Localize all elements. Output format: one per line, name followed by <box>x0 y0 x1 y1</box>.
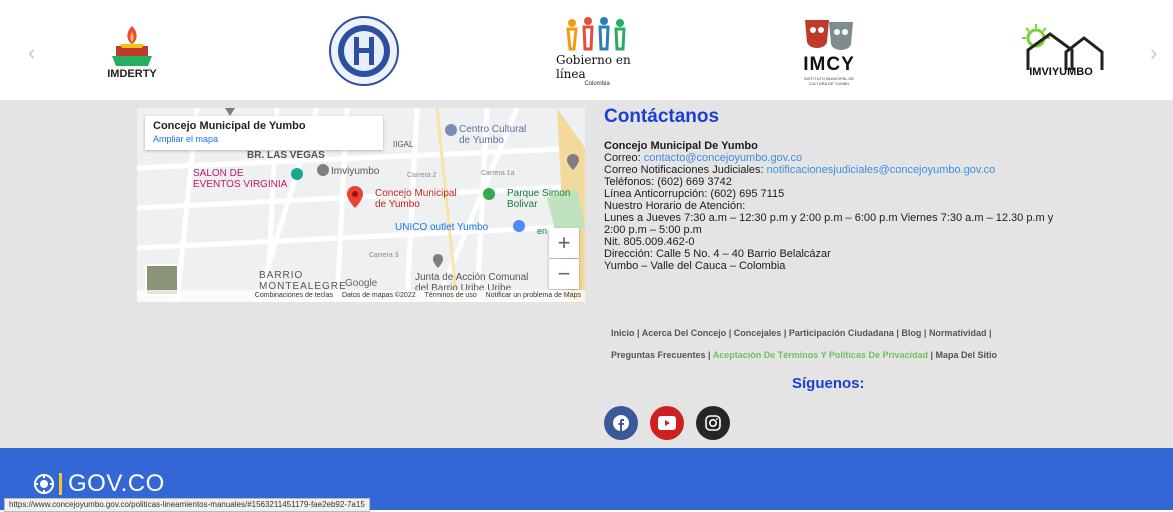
footer-link-mapa-sitio[interactable]: Mapa Del Sitio <box>936 350 998 360</box>
map-label-carrera-1a: Carrera 1a <box>481 170 515 177</box>
hours-text: Lunes a Jueves 7:30 a.m – 12:30 p.m y 2:… <box>604 212 1054 236</box>
carousel-next-arrow[interactable]: › <box>1150 40 1157 66</box>
contact-email-line: Correo: contacto@concejoyumbo.gov.co <box>604 152 1074 164</box>
city-line: Yumbo – Valle del Cauca – Colombia <box>604 260 786 272</box>
houses-sun-icon <box>1022 24 1104 70</box>
imcy-subtitle-text: INSTITUTO MUNICIPAL DE CULTURA DE YUMBO <box>803 76 855 86</box>
map-info-card: Concejo Municipal de Yumbo Ampliar el ma… <box>145 116 383 150</box>
contact-org-name: Concejo Municipal De Yumbo <box>604 140 758 152</box>
imcy-logo-text: IMCY <box>803 54 855 75</box>
map-terms-link[interactable]: Términos de uso <box>425 292 477 299</box>
map-data-text: Datos de mapas ©2022 <box>341 292 416 299</box>
map-label-centro-cultural: Centro Cultural de Yumbo <box>459 124 527 146</box>
museum-poi-icon <box>445 124 457 136</box>
gobierno-en-linea-text: Gobierno en línea <box>556 53 631 81</box>
youtube-button[interactable] <box>650 406 684 440</box>
judicial-email-label: Correo Notificaciones Judiciales: <box>604 164 764 176</box>
facebook-button[interactable] <box>604 406 638 440</box>
anticorruption-line: Línea Anticorrupción: (602) 695 7115 <box>604 188 785 200</box>
imviyumbo-poi-icon <box>317 164 329 176</box>
map-label-parque-simon: Parque Simon Bolivar <box>507 188 571 210</box>
ampliar-mapa-link[interactable]: Ampliar el mapa <box>153 134 375 144</box>
junta-pin-icon <box>433 254 443 268</box>
map-label-salon-eventos: SALON DE EVENTOS VIRGINIA <box>193 168 288 190</box>
youtube-icon <box>658 416 676 430</box>
map-label-barrio-montealegre: BARRIO MONTEALEGRE <box>259 270 347 292</box>
colombia-shield-icon <box>34 474 54 494</box>
people-figures-icon <box>566 17 626 51</box>
footer-link-normatividad[interactable]: Normatividad <box>929 328 987 338</box>
carousel-prev-arrow[interactable]: ‹ <box>28 40 35 66</box>
hospital-logo[interactable] <box>326 8 402 94</box>
govco-divider <box>59 473 62 495</box>
top-pin-icon <box>225 108 235 116</box>
footer-link-acerca[interactable]: Acerca Del Concejo <box>642 328 727 338</box>
map-pin-icon[interactable] <box>347 186 363 208</box>
gobierno-colombia-text: Colombia <box>584 81 610 87</box>
map-attribution: Combinaciones de teclas Datos de mapas ©… <box>137 290 585 302</box>
judicial-email-link[interactable]: notificacionesjudiciales@concejoyumbo.go… <box>767 164 996 176</box>
partner-logos-carousel: ‹ › IMDERTY Gobierno en línea Colombia I… <box>0 0 1173 100</box>
footer-links: Inicio | Acerca Del Concejo | Concejales… <box>611 328 998 360</box>
map-label-br-las-vegas: BR. LAS VEGAS <box>247 150 325 161</box>
map-report-problem-link[interactable]: Notificar un problema de Maps <box>486 292 581 299</box>
map-card-title: Concejo Municipal de Yumbo <box>153 120 306 132</box>
salon-poi-icon <box>291 168 303 180</box>
address-line: Dirección: Calle 5 No. 4 – 40 Barrio Bel… <box>604 248 831 260</box>
hospital-seal-icon <box>329 16 399 86</box>
map-label-concejo: Concejo Municipal de Yumbo <box>375 188 457 210</box>
instagram-icon <box>705 415 721 431</box>
map-label-carrera-2: Carrera 2 <box>407 172 437 179</box>
google-logo: Google <box>345 278 378 289</box>
instagram-button[interactable] <box>696 406 730 440</box>
phone-line: Teléfonos: (602) 669 3742 <box>604 176 732 188</box>
footer-link-concejales[interactable]: Concejales <box>734 328 782 338</box>
edge-pin-icon <box>567 154 579 170</box>
map-label-unico-outlet: UNICO outlet Yumbo <box>395 222 489 233</box>
follow-us-heading: Síguenos: <box>792 375 865 392</box>
email-link[interactable]: contacto@concejoyumbo.gov.co <box>644 152 802 164</box>
footer-link-terminos[interactable]: Aceptación De Términos Y Políticas De Pr… <box>713 350 928 360</box>
imderty-emblem-icon <box>112 26 152 66</box>
map-label-en: en <box>537 226 548 236</box>
govco-text: GOV.CO <box>68 470 165 497</box>
map-label-iigal: IIGAL <box>393 140 414 149</box>
judicial-email-line: Correo Notificaciones Judiciales: notifi… <box>604 164 1074 176</box>
imcy-logo[interactable]: IMCY INSTITUTO MUNICIPAL DE CULTURA DE Y… <box>792 8 866 94</box>
imderty-logo-text: IMDERTY <box>107 68 157 80</box>
gobierno-en-linea-logo[interactable]: Gobierno en línea Colombia <box>556 8 638 94</box>
imderty-logo[interactable]: IMDERTY <box>100 8 164 94</box>
nit-line: Nit. 805.009.462-0 <box>604 236 695 248</box>
footer-link-participacion[interactable]: Participación Ciudadana <box>789 328 894 338</box>
govco-logo[interactable]: GOV.CO <box>33 470 165 498</box>
zoom-out-button[interactable]: − <box>549 259 579 289</box>
imviyumbo-logo-text: IMVIYUMBO <box>1029 66 1093 78</box>
footer-link-preguntas[interactable]: Preguntas Frecuentes <box>611 350 706 360</box>
imviyumbo-logo[interactable]: IMVIYUMBO <box>1016 8 1106 94</box>
email-label: Correo: <box>604 152 641 164</box>
map-label-imviyumbo: Imviyumbo <box>331 166 380 177</box>
contact-info: Contáctanos Concejo Municipal De Yumbo C… <box>604 106 1074 272</box>
facebook-icon <box>613 415 629 431</box>
footer-link-inicio[interactable]: Inicio <box>611 328 635 338</box>
hours-label: Nuestro Horario de Atención: <box>604 200 746 212</box>
theater-masks-icon <box>805 20 853 50</box>
footer-link-blog[interactable]: Blog <box>901 328 921 338</box>
google-map-embed[interactable]: Centro Cultural de Yumbo BR. LAS VEGAS II… <box>137 108 585 302</box>
shopping-poi-icon <box>513 220 525 232</box>
map-label-carrera-3: Carrera 3 <box>369 252 399 259</box>
map-keyboard-shortcuts-link[interactable]: Combinaciones de teclas <box>255 292 333 299</box>
park-poi-icon <box>483 188 495 200</box>
zoom-in-button[interactable]: + <box>549 228 579 258</box>
contact-title: Contáctanos <box>604 106 720 127</box>
